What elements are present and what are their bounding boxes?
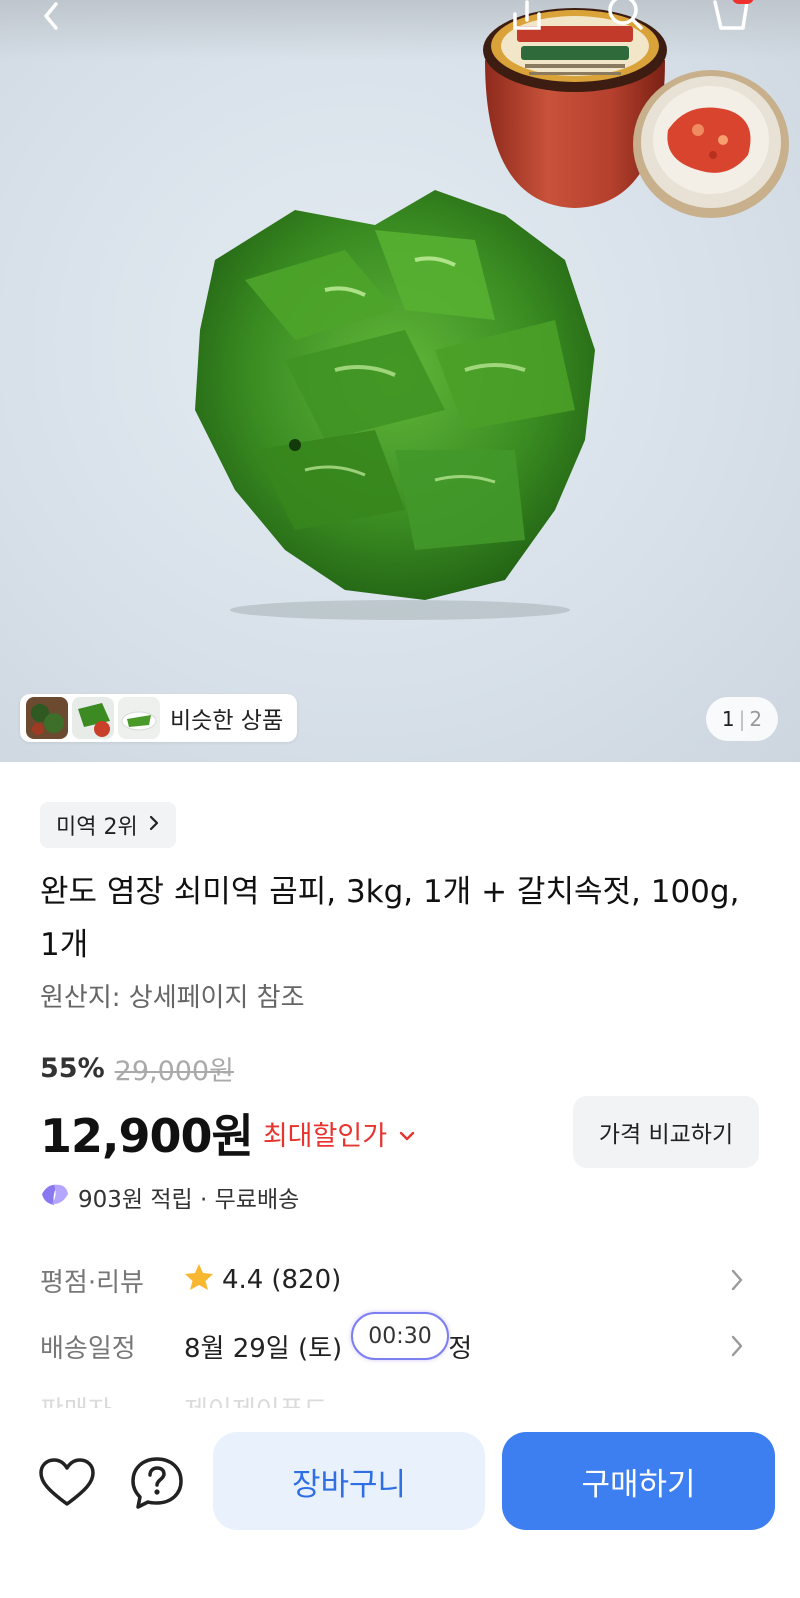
sale-price: 12,900원 [40, 1109, 254, 1163]
search-button[interactable] [600, 0, 650, 44]
inquiry-button[interactable] [127, 1455, 187, 1515]
cart-icon [711, 0, 751, 38]
seller-label: 판매자 [40, 1390, 184, 1410]
price-compare-button[interactable]: 가격 비교하기 [573, 1096, 759, 1168]
delivery-label: 배송일정 [40, 1333, 136, 1364]
chevron-down-icon [399, 1118, 415, 1149]
similar-thumb-3 [118, 697, 160, 739]
rating-score: 4.4 [222, 1265, 264, 1295]
chevron-right-icon [730, 1268, 744, 1296]
add-to-cart-button[interactable]: 장바구니 [213, 1432, 485, 1530]
max-discount-dropdown[interactable]: 최대할인가 [263, 1114, 415, 1153]
cart-button[interactable] [706, 0, 756, 44]
similar-products-label: 비슷한 상품 [170, 708, 284, 734]
reward-text: 903원 적립 · 무료배송 [78, 1187, 300, 1213]
share-button[interactable] [502, 0, 552, 44]
pager-separator: | [738, 707, 746, 731]
countdown-timer: 00:30 [351, 1312, 449, 1360]
pager-current: 1 [721, 707, 735, 731]
chevron-left-icon [36, 2, 66, 36]
similar-products-button[interactable]: 비슷한 상품 [20, 694, 298, 742]
category-rank-chip[interactable]: 미역 2위 [40, 802, 176, 848]
wishlist-button[interactable] [37, 1455, 97, 1515]
price-row: 12,900원 최대할인가 [40, 1100, 415, 1166]
chevron-right-icon [148, 813, 160, 838]
seller-row[interactable]: 판매자 제이제이푸드 [40, 1390, 760, 1410]
rating-value: 4.4 (820) [184, 1263, 341, 1298]
search-icon [605, 0, 645, 38]
origin-info: 원산지: 상세페이지 참조 [40, 983, 305, 1013]
top-shade [0, 0, 800, 60]
star-icon [184, 1263, 214, 1298]
rating-label: 평점·리뷰 [40, 1267, 144, 1298]
seller-name: 제이제이푸드 [184, 1390, 328, 1410]
share-icon [507, 0, 547, 38]
delivery-suffix: 정 [448, 1333, 473, 1364]
rating-review-row[interactable]: 평점·리뷰 4.4 (820) [40, 1258, 760, 1302]
pager-total: 2 [749, 707, 763, 731]
similar-thumb-1 [26, 697, 68, 739]
sauce-dish-image [628, 60, 794, 222]
reward-point-icon [40, 1181, 70, 1213]
delivery-date: 8월 29일 (토) [184, 1333, 343, 1364]
chevron-right-icon [730, 1334, 744, 1362]
seaweed-image [175, 170, 625, 620]
reward-row: 903원 적립 · 무료배송 [40, 1180, 299, 1214]
bottom-action-bar: 장바구니 구매하기 [0, 1408, 800, 1598]
review-count: (820) [271, 1265, 342, 1295]
image-pager: 1 | 2 [706, 697, 778, 741]
question-icon [129, 1455, 185, 1515]
product-image-gallery[interactable]: 비슷한 상품 1 | 2 [0, 0, 800, 762]
back-button[interactable] [26, 0, 76, 44]
original-price: 29,000원 [114, 1056, 234, 1087]
discount-percent: 55% [40, 1053, 105, 1084]
similar-thumb-2 [72, 697, 114, 739]
discount-row: 55% 29,000원 [40, 1049, 234, 1088]
buy-now-button[interactable]: 구매하기 [502, 1432, 775, 1530]
heart-icon [38, 1458, 96, 1512]
max-discount-label: 최대할인가 [262, 1120, 388, 1152]
rank-label: 미역 2위 [56, 815, 138, 840]
product-title: 완도 염장 쇠미역 곰피, 3kg, 1개 + 갈치속젓, 100g, 1개 [40, 874, 740, 963]
